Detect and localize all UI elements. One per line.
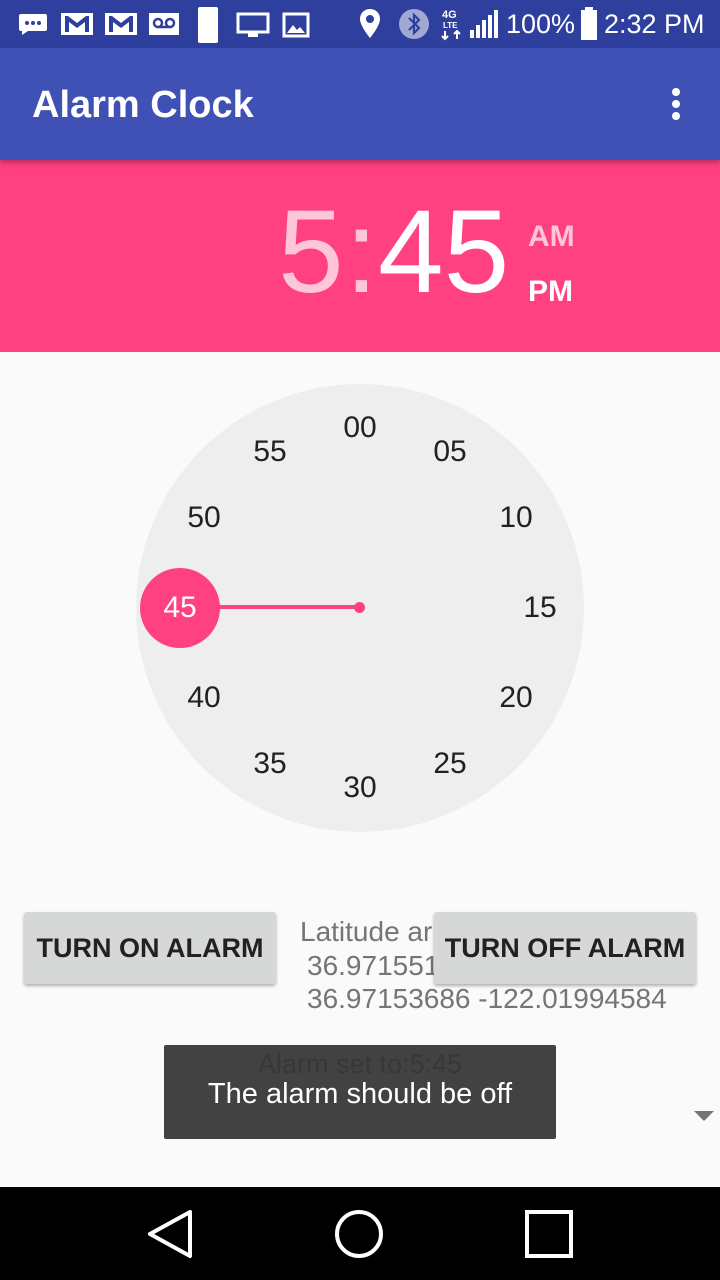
dial-number-40[interactable]: 40 bbox=[169, 678, 239, 718]
pm-toggle[interactable]: PM bbox=[528, 275, 573, 309]
toast-message: The alarm should be off bbox=[207, 1078, 513, 1110]
dial-number-15[interactable]: 15 bbox=[505, 588, 575, 628]
dial-number-10[interactable]: 10 bbox=[481, 498, 551, 538]
more-vert-icon[interactable] bbox=[656, 82, 696, 126]
sim-icon bbox=[198, 7, 218, 43]
battery-percent: 100% bbox=[506, 9, 576, 39]
hour-display[interactable]: 5 bbox=[278, 182, 344, 322]
dial-selected-45[interactable]: 45 bbox=[140, 568, 220, 648]
dial-number-25[interactable]: 25 bbox=[415, 744, 485, 784]
signal-icon bbox=[470, 10, 498, 38]
location-label: Latitude ar bbox=[300, 916, 433, 947]
clock-hand bbox=[218, 605, 360, 609]
messaging-icon bbox=[19, 14, 47, 35]
dropdown-arrow-icon[interactable] bbox=[694, 1111, 714, 1121]
dial-number-55[interactable]: 55 bbox=[235, 432, 305, 472]
minute-display[interactable]: 45 bbox=[378, 182, 509, 322]
voicemail-icon bbox=[149, 13, 179, 35]
dial-number-00[interactable]: 00 bbox=[325, 408, 395, 448]
time-separator: : bbox=[345, 186, 378, 318]
time-header: 5 : 45 AM PM bbox=[0, 160, 720, 352]
image-icon bbox=[282, 12, 310, 38]
turn-off-alarm-button[interactable]: TURN OFF ALARM bbox=[434, 912, 696, 984]
recents-icon[interactable] bbox=[489, 1187, 609, 1280]
clock-center-dot bbox=[354, 602, 365, 613]
battery-icon bbox=[581, 7, 597, 40]
am-toggle[interactable]: AM bbox=[528, 220, 575, 254]
home-icon[interactable] bbox=[299, 1187, 419, 1280]
bluetooth-icon bbox=[399, 9, 429, 39]
status-time: 2:32 PM bbox=[604, 9, 705, 39]
gmail-icon bbox=[105, 13, 137, 35]
dial-number-35[interactable]: 35 bbox=[235, 744, 305, 784]
coordinates-line-1: 36.971551 bbox=[307, 950, 440, 981]
location-icon bbox=[360, 9, 380, 38]
dial-number-05[interactable]: 05 bbox=[415, 432, 485, 472]
network-4g-icon: 4GLTE bbox=[441, 9, 461, 41]
dial-number-30[interactable]: 30 bbox=[325, 768, 395, 808]
gmail-icon bbox=[61, 13, 93, 35]
svg-text:LTE: LTE bbox=[443, 21, 458, 30]
turn-on-alarm-button[interactable]: TURN ON ALARM bbox=[24, 912, 276, 984]
app-bar: Alarm Clock bbox=[0, 48, 720, 160]
navigation-bar bbox=[0, 1187, 720, 1280]
back-icon[interactable] bbox=[110, 1187, 230, 1280]
app-title: Alarm Clock bbox=[32, 84, 254, 126]
cast-icon bbox=[236, 12, 270, 37]
svg-text:4G: 4G bbox=[442, 9, 457, 21]
status-bar: 4G LTE 100% 2:32 PM bbox=[0, 0, 720, 48]
dial-number-50[interactable]: 50 bbox=[169, 498, 239, 538]
toast: The alarm should be off bbox=[164, 1045, 556, 1139]
dial-number-20[interactable]: 20 bbox=[481, 678, 551, 718]
coordinates-line-2: 36.97153686 -122.01994584 bbox=[307, 983, 667, 1014]
